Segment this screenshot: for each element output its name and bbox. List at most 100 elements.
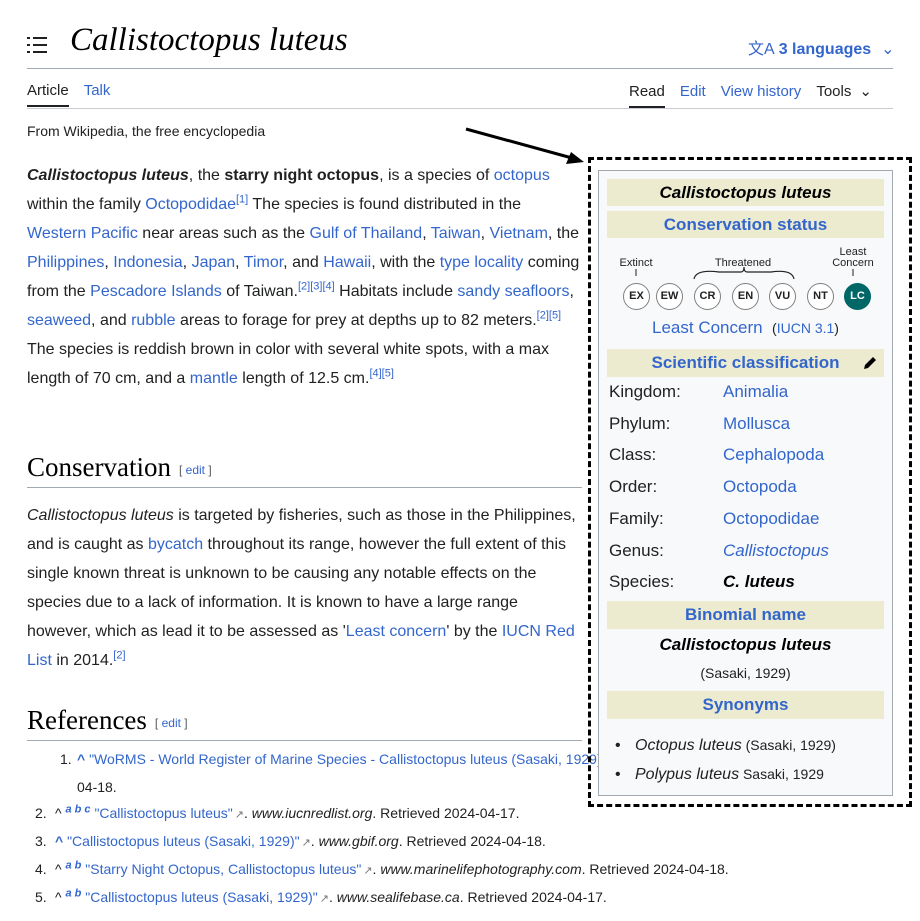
taxonomy-link[interactable]: Octopoda: [723, 477, 797, 497]
synonym-name: Octopus luteus: [635, 737, 742, 754]
backlink-letters[interactable]: a b: [65, 859, 81, 871]
tab-article[interactable]: Article: [27, 82, 69, 107]
reference-link[interactable]: "Starry Night Octopus, Callistoctopus lu…: [85, 861, 361, 877]
status-circle-vu: VU: [769, 283, 796, 310]
section-heading-conservation: Conservation[ edit ]: [27, 452, 582, 488]
backlink-caret: ^: [55, 861, 62, 877]
taxonomy-link[interactable]: Animalia: [723, 382, 788, 402]
reference-link[interactable]: "Callistoctopus luteus (Sasaki, 1929)": [67, 833, 300, 849]
divider: [27, 108, 893, 109]
taxonomy-link[interactable]: Callistoctopus: [723, 541, 829, 561]
conservation-status-heading[interactable]: Conservation status: [607, 211, 884, 238]
binomial-name: Callistoctopus luteus: [659, 635, 832, 654]
taxonomy-rank: Genus:: [609, 540, 664, 560]
link-timor[interactable]: Timor: [244, 254, 283, 271]
reference-item: 5. ^ a b "Callistoctopus luteus (Sasaki, …: [35, 887, 607, 905]
annotation-arrow-icon: [465, 127, 584, 164]
reference-retrieved: . Retrieved 2024-04-18.: [398, 833, 546, 849]
link-octopus[interactable]: octopus: [494, 167, 550, 184]
external-link-icon: ↗: [363, 865, 373, 877]
pencil-icon[interactable]: [862, 355, 878, 371]
reference-item: 3. ^ "Callistoctopus luteus (Sasaki, 1929…: [35, 833, 546, 849]
status-circle-en: EN: [732, 283, 759, 310]
page-title: Callistoctopus luteus: [70, 22, 348, 58]
backlink-caret[interactable]: ^: [77, 751, 85, 767]
scientific-classification-heading: Scientific classification: [607, 349, 884, 377]
synonym-name: Polypus luteus: [635, 766, 740, 783]
section-edit-link: [ edit ]: [154, 715, 188, 730]
status-circle-ew: EW: [656, 283, 683, 310]
synonym-item: Octopus luteus (Sasaki, 1929): [615, 731, 836, 760]
link-western-pacific[interactable]: Western Pacific: [27, 225, 138, 242]
status-line: Least Concern (IUCN 3.1): [652, 318, 839, 337]
link-taiwan[interactable]: Taiwan: [431, 225, 481, 242]
tools-menu[interactable]: Tools ⌄: [816, 82, 872, 106]
link-least-concern[interactable]: Least concern: [346, 623, 447, 640]
backlink-letters[interactable]: a b: [65, 887, 81, 899]
external-link-icon: ↗: [301, 837, 311, 849]
reference-link[interactable]: "Callistoctopus luteus (Sasaki, 1929)": [85, 889, 318, 905]
translate-icon: 文A: [748, 41, 775, 58]
label-extinct: Extinct: [619, 257, 652, 269]
view-tabs: Read Edit View history Tools ⌄: [629, 82, 872, 108]
synonym-item: Polypus luteus Sasaki, 1929: [615, 760, 836, 789]
tab-read[interactable]: Read: [629, 83, 665, 108]
backlink-caret: ^: [55, 889, 62, 905]
tab-talk[interactable]: Talk: [84, 82, 111, 105]
taxonomy-link[interactable]: Octopodidae: [723, 509, 819, 529]
taxonomy-rank: Kingdom:: [609, 382, 681, 401]
backlink-caret[interactable]: ^: [55, 833, 63, 849]
link-sandy-seafloors[interactable]: sandy seafloors: [457, 283, 569, 300]
divider: [27, 68, 893, 69]
conservation-paragraph: Callistoctopus luteus is targeted by fis…: [27, 507, 576, 669]
taxonomy-rank: Phylum:: [609, 413, 671, 433]
citation[interactable]: [2][5]: [537, 310, 561, 322]
intro-paragraph: Callistoctopus luteus, the starry night …: [27, 167, 580, 387]
binomial-author: (Sasaki, 1929): [700, 665, 791, 681]
reference-retrieved: . Retrieved 2024-04-17.: [372, 805, 520, 821]
menu-icon[interactable]: [27, 36, 47, 54]
link-seaweed[interactable]: seaweed: [27, 312, 91, 329]
citation[interactable]: [4][5]: [369, 368, 393, 380]
taxonomy-rank: Order:: [609, 477, 658, 497]
taxonomy-link[interactable]: Cephalopoda: [723, 445, 824, 465]
reference-link[interactable]: "WoRMS - World Register of Marine Specie…: [89, 751, 607, 767]
section-edit-link: [ edit ]: [178, 462, 212, 477]
link-type-locality[interactable]: type locality: [440, 254, 524, 271]
link-iucn-3-1[interactable]: IUCN 3.1: [777, 320, 835, 336]
link-rubble[interactable]: rubble: [131, 312, 175, 329]
backlink-letters[interactable]: a b c: [65, 803, 90, 815]
label-threatened: Threatened: [715, 257, 771, 269]
link-hawaii[interactable]: Hawaii: [323, 254, 371, 271]
binomial-name-heading[interactable]: Binomial name: [607, 601, 884, 629]
languages-button[interactable]: 文A 3 languages ⌄: [748, 35, 895, 59]
synonyms-heading[interactable]: Synonyms: [607, 691, 884, 719]
external-link-icon: ↗: [319, 893, 329, 905]
link-octopodidae[interactable]: Octopodidae: [145, 196, 236, 213]
link-indonesia[interactable]: Indonesia: [113, 254, 182, 271]
link-philippines[interactable]: Philippines: [27, 254, 104, 271]
tab-view-history[interactable]: View history: [721, 83, 802, 106]
link-vietnam[interactable]: Vietnam: [490, 225, 548, 242]
tagline: From Wikipedia, the free encyclopedia: [27, 123, 266, 139]
status-circle-ex: EX: [623, 283, 650, 310]
citation[interactable]: [2]: [113, 650, 125, 662]
link-japan[interactable]: Japan: [192, 254, 236, 271]
link-gulf-of-thailand[interactable]: Gulf of Thailand: [310, 225, 423, 242]
reference-site: www.sealifebase.ca: [336, 889, 460, 905]
link-least-concern-status[interactable]: Least Concern: [652, 318, 763, 337]
reference-link[interactable]: "Callistoctopus luteus": [94, 805, 232, 821]
citation[interactable]: [1]: [236, 194, 248, 206]
synonyms-list: Octopus luteus (Sasaki, 1929)Polypus lut…: [615, 731, 836, 789]
taxonomy-link[interactable]: Mollusca: [723, 414, 790, 434]
status-circle-nt: NT: [807, 283, 834, 310]
namespace-tabs: Article Talk: [27, 82, 110, 107]
link-mantle[interactable]: mantle: [190, 370, 238, 387]
link-pescadore-islands[interactable]: Pescadore Islands: [90, 283, 222, 300]
section-heading-references: References[ edit ]: [27, 705, 582, 741]
citation[interactable]: [2][3][4]: [298, 281, 335, 293]
taxonomy-rank: Species:: [609, 572, 675, 592]
link-bycatch[interactable]: bycatch: [148, 536, 203, 553]
tab-edit[interactable]: Edit: [680, 83, 706, 106]
external-link-icon: ↗: [234, 809, 244, 821]
